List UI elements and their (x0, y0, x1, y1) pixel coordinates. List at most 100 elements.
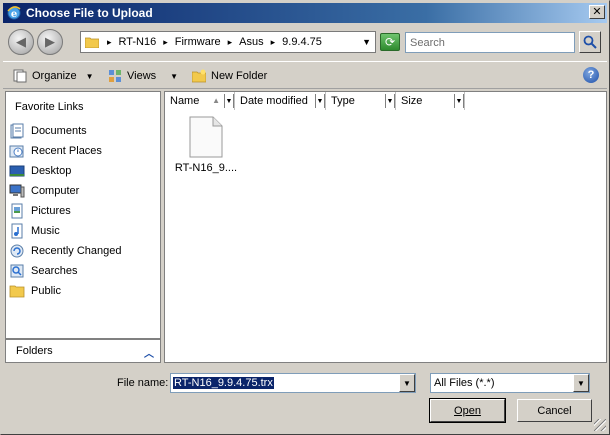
nav-label: Computer (31, 185, 80, 197)
breadcrumb-asus[interactable]: Asus (239, 36, 263, 48)
breadcrumb-separator: ▸ (107, 36, 112, 47)
nav-item-documents[interactable]: Documents (9, 122, 87, 140)
chevron-down-icon: ▼ (403, 378, 411, 388)
organize-icon (13, 69, 27, 83)
generic-file-icon (189, 116, 223, 158)
column-header-size[interactable]: Size ▼ (396, 92, 465, 110)
breadcrumb-rt-n16[interactable]: RT-N16 (119, 36, 157, 48)
nav-label: Pictures (31, 205, 71, 217)
recently-changed-icon (10, 244, 24, 258)
close-icon: ✕ (592, 5, 602, 18)
command-toolbar: Organize ▼ Views ▼ New Folder ? (3, 61, 607, 89)
organize-label: Organize (32, 70, 77, 82)
folder-icon (85, 37, 99, 48)
nav-label: Searches (31, 265, 78, 277)
music-icon (11, 223, 23, 239)
file-name-dropdown-button[interactable]: ▼ (399, 374, 415, 392)
navigation-pane: Favorite Links Documents Recent Places D… (5, 91, 161, 339)
back-button[interactable]: ◀ (8, 29, 34, 55)
folders-label: Folders (16, 345, 53, 357)
chevron-down-icon: ▼ (85, 71, 94, 81)
file-type-dropdown-button[interactable]: ▼ (573, 374, 589, 392)
file-list-view[interactable]: Name ▲ ▼ Date modified ▼ Type ▼ Size ▼ R… (164, 91, 607, 363)
forward-arrow-icon: ▶ (45, 34, 55, 49)
title-bar[interactable]: e Choose File to Upload ✕ (3, 3, 607, 23)
nav-item-searches[interactable]: Searches (9, 262, 77, 280)
breadcrumb-version[interactable]: 9.9.4.75 (282, 36, 322, 48)
column-header-type[interactable]: Type ▼ (326, 92, 396, 110)
new-folder-label: New Folder (211, 70, 268, 82)
views-icon (109, 70, 121, 82)
column-header-name[interactable]: Name ▲ ▼ (165, 92, 235, 110)
nav-item-music[interactable]: Music (9, 222, 60, 240)
nav-label: Documents (31, 125, 87, 137)
column-header-date-modified[interactable]: Date modified ▼ (235, 92, 326, 110)
help-button[interactable]: ? (583, 67, 599, 83)
nav-item-recently-changed[interactable]: Recently Changed (9, 242, 122, 260)
chevron-down-icon: ▼ (170, 71, 179, 81)
search-icon (583, 35, 597, 49)
chevron-down-icon[interactable]: ▼ (224, 94, 234, 108)
views-button[interactable]: Views ▼ (108, 67, 178, 85)
nav-item-public[interactable]: Public (9, 282, 61, 300)
forward-button[interactable]: ▶ (37, 29, 63, 55)
views-label: Views (127, 70, 157, 82)
nav-label: Desktop (31, 165, 72, 177)
choose-file-dialog: e Choose File to Upload ✕ ◀ ▶ ▸ RT-N16 ▸… (0, 0, 610, 435)
chevron-down-icon[interactable]: ▼ (315, 94, 325, 108)
searches-icon (10, 264, 24, 278)
window-title: Choose File to Upload (26, 6, 153, 20)
chevron-down-icon[interactable]: ▼ (362, 37, 371, 47)
refresh-button[interactable]: ⟳ (380, 33, 400, 51)
file-name-label: File name: (117, 377, 169, 389)
internet-explorer-icon: e (7, 6, 21, 20)
breadcrumb-separator: ▸ (227, 36, 233, 47)
pictures-icon (11, 203, 23, 219)
file-name-label: RT-N16_9.... (174, 162, 238, 174)
breadcrumb-separator: ▸ (270, 36, 276, 47)
close-button[interactable]: ✕ (589, 5, 605, 19)
refresh-icon: ⟳ (384, 35, 396, 49)
new-folder-button[interactable]: New Folder (192, 67, 267, 85)
address-row: ◀ ▶ ▸ RT-N16 ▸ Firmware ▸ Asus ▸ 9.9.4.7… (3, 25, 607, 59)
nav-item-desktop[interactable]: Desktop (9, 162, 71, 180)
resize-grip[interactable] (594, 419, 606, 431)
cancel-button[interactable]: Cancel (517, 399, 592, 422)
sort-ascending-icon: ▲ (212, 96, 220, 105)
column-headers: Name ▲ ▼ Date modified ▼ Type ▼ Size ▼ (165, 92, 606, 110)
organize-button[interactable]: Organize ▼ (13, 67, 94, 85)
open-button[interactable]: Open (429, 398, 506, 423)
folders-toggle[interactable]: Folders ︿ (5, 339, 161, 363)
file-item[interactable]: RT-N16_9.... (171, 114, 241, 184)
address-bar[interactable]: ▸ RT-N16 ▸ Firmware ▸ Asus ▸ 9.9.4.75 ▼ (80, 31, 376, 53)
search-placeholder: Search (410, 36, 445, 49)
search-button[interactable] (579, 31, 601, 53)
file-type-value: All Files (*.*) (434, 377, 495, 389)
search-input[interactable]: Search (405, 32, 575, 53)
nav-label: Music (31, 225, 60, 237)
computer-icon (9, 184, 25, 198)
breadcrumb-separator: ▸ (163, 36, 168, 47)
file-name-value: RT-N16_9.9.4.75.trx (173, 377, 274, 389)
nav-label: Recently Changed (31, 245, 122, 257)
public-folder-icon (9, 285, 25, 298)
help-icon: ? (587, 69, 595, 81)
chevron-down-icon: ▼ (577, 378, 585, 388)
new-folder-icon (192, 69, 206, 83)
chevron-down-icon[interactable]: ▼ (454, 94, 464, 108)
breadcrumb-firmware[interactable]: Firmware (175, 36, 221, 48)
chevron-up-icon: ︿ (144, 349, 154, 360)
nav-item-pictures[interactable]: Pictures (9, 202, 71, 220)
file-name-input[interactable]: RT-N16_9.9.4.75.trx ▼ (170, 373, 416, 393)
nav-item-computer[interactable]: Computer (9, 182, 79, 200)
nav-item-recent-places[interactable]: Recent Places (9, 142, 102, 160)
file-type-select[interactable]: All Files (*.*) ▼ (430, 373, 590, 393)
documents-icon (10, 123, 24, 139)
recent-places-icon (9, 145, 24, 158)
desktop-icon (9, 165, 25, 177)
nav-label: Public (31, 285, 61, 297)
favorite-links-header: Favorite Links (15, 101, 84, 113)
svg-text:e: e (11, 9, 17, 20)
chevron-down-icon[interactable]: ▼ (385, 94, 395, 108)
back-arrow-icon: ◀ (16, 34, 26, 49)
